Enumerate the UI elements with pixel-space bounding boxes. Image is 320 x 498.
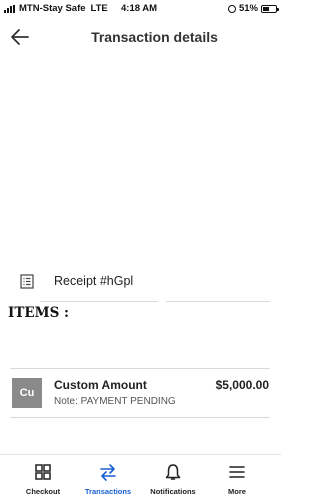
tab-label: More [228, 487, 246, 496]
item-avatar: Cu [12, 378, 42, 408]
signal-icon [4, 4, 16, 13]
battery-percent: 51% [238, 3, 258, 14]
item-name: Custom Amount [54, 378, 147, 392]
divider [40, 301, 158, 302]
tab-label: Notifications [150, 487, 196, 496]
tab-checkout[interactable]: Checkout [14, 455, 72, 498]
carrier-name: MTN-Stay Safe [19, 3, 86, 14]
status-time: 4:18 AM [121, 3, 158, 14]
list-item[interactable]: Cu Custom Amount Note: PAYMENT PENDING $… [0, 368, 281, 418]
network-type: LTE [90, 3, 108, 14]
receipt-row[interactable]: Receipt #hGpl [0, 268, 281, 302]
tab-notifications[interactable]: Notifications [144, 455, 202, 498]
nav-header: Transaction details [0, 22, 281, 52]
tab-more[interactable]: More [208, 455, 266, 498]
divider [166, 301, 270, 302]
receipt-label: Receipt #hGpl [54, 274, 134, 288]
tab-label: Transactions [84, 487, 132, 496]
battery-fill [263, 6, 270, 11]
item-note: Note: PAYMENT PENDING [54, 396, 176, 407]
page-title: Transaction details [91, 29, 218, 45]
grid-icon [35, 464, 51, 480]
swap-arrows-icon [100, 464, 116, 481]
status-left: MTN-Stay Safe LTE [4, 3, 108, 14]
status-bar: MTN-Stay Safe LTE 4:18 AM 51% [0, 0, 281, 16]
tab-transactions[interactable]: Transactions [77, 455, 139, 498]
battery-icon [261, 4, 279, 13]
receipt-icon [20, 274, 34, 289]
status-right: 51% [227, 3, 279, 14]
tab-label: Checkout [25, 487, 61, 496]
tab-bar: Checkout Transactions Notifications More [0, 454, 281, 498]
divider [10, 417, 270, 418]
item-amount: $5,000.00 [215, 378, 269, 392]
items-heading: ITEMS : [8, 305, 70, 321]
alarm-icon [227, 4, 236, 13]
hamburger-icon [229, 466, 245, 478]
bell-icon [165, 464, 181, 480]
